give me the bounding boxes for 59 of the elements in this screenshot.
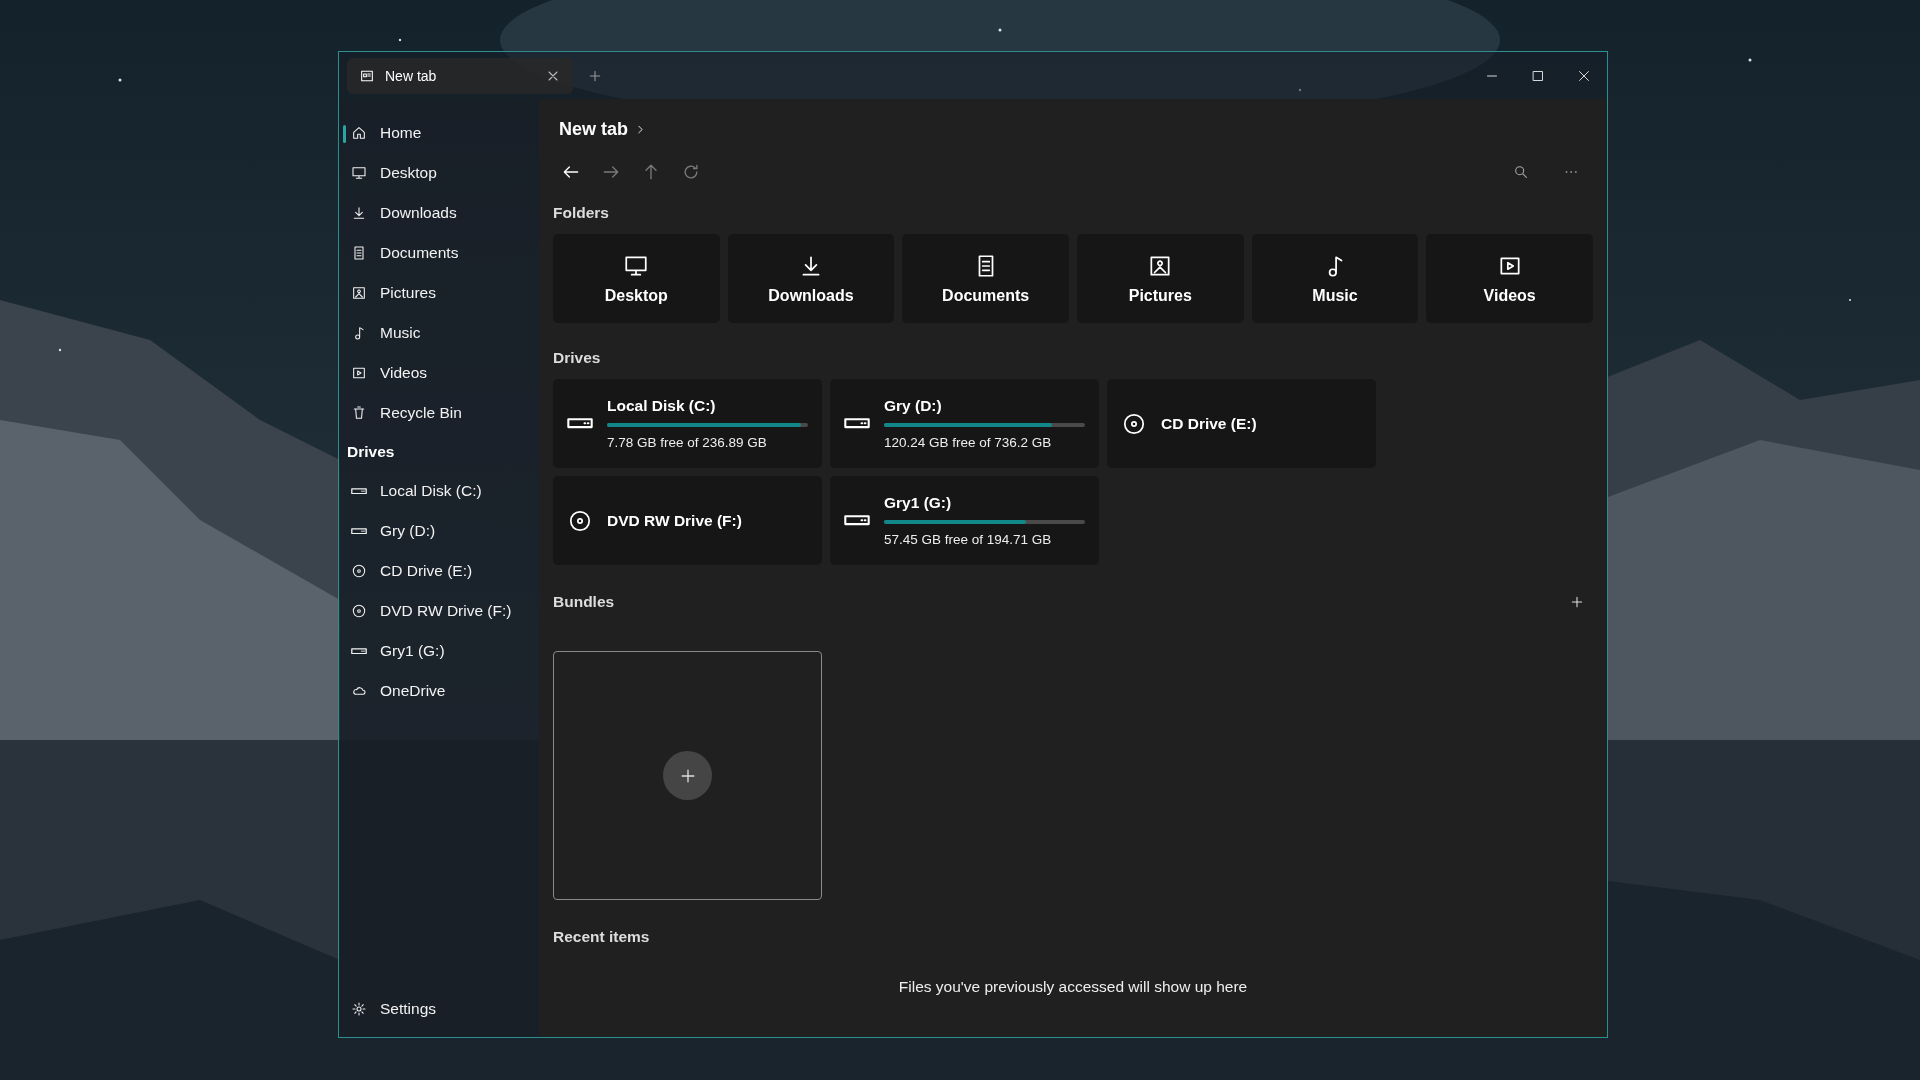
- section-heading: Recent items: [553, 928, 651, 946]
- drive-icon: [844, 418, 870, 429]
- settings-icon: [351, 1001, 367, 1017]
- sidebar-item[interactable]: Music: [339, 313, 539, 353]
- sidebar-item[interactable]: DVD RW Drive (F:): [339, 591, 539, 631]
- breadcrumb-item[interactable]: New tab: [559, 119, 628, 140]
- section-heading: Drives: [553, 349, 602, 367]
- section-heading: Folders: [553, 204, 610, 222]
- drive-card[interactable]: Gry (D:) 120.24 GB free of 736.2 GB: [830, 379, 1099, 468]
- drive-name: Gry (D:): [884, 397, 943, 415]
- add-bundle-icon[interactable]: [1569, 594, 1585, 610]
- drive-card[interactable]: Local Disk (C:) 7.78 GB free of 236.89 GB: [553, 379, 822, 468]
- free-space-text: 120.24 GB free of 736.2 GB: [884, 435, 1053, 450]
- sidebar-item[interactable]: Home: [339, 113, 539, 153]
- sidebar-item[interactable]: Recycle Bin: [339, 393, 539, 433]
- sidebar-item[interactable]: Downloads: [339, 193, 539, 233]
- trash-icon: [351, 405, 367, 421]
- section-heading: Bundles: [553, 593, 615, 611]
- drive-card[interactable]: Gry1 (G:) 57.45 GB free of 194.71 GB: [830, 476, 1099, 565]
- folder-card[interactable]: Pictures: [1077, 234, 1244, 323]
- folder-card[interactable]: Documents: [902, 234, 1069, 323]
- drive-name: DVD RW Drive (F:): [607, 511, 743, 530]
- drive-icon: [351, 487, 367, 495]
- drive-name: Gry1 (G:): [884, 494, 953, 512]
- add-button[interactable]: [663, 751, 712, 800]
- play-icon: [351, 365, 367, 381]
- folder-card[interactable]: Downloads: [727, 234, 895, 323]
- drive-icon: [567, 418, 593, 429]
- browser-tab[interactable]: New tab: [347, 57, 573, 94]
- sidebar-item[interactable]: Pictures: [339, 273, 539, 313]
- folder-card[interactable]: Desktop: [553, 234, 720, 323]
- sidebar-item[interactable]: Local Disk (C:): [339, 471, 539, 511]
- sidebar-item[interactable]: Gry (D:): [339, 511, 539, 551]
- image-icon: [351, 285, 367, 301]
- search-icon[interactable]: [1513, 164, 1529, 180]
- drive-icon: [351, 647, 367, 655]
- download-icon: [351, 205, 367, 221]
- sidebar-item[interactable]: Videos: [339, 353, 539, 393]
- settings-item[interactable]: Settings: [339, 989, 539, 1029]
- empty-message: Files you've previously accessed will show up here: [897, 978, 1249, 996]
- drive-icon: [351, 527, 367, 535]
- drive-icon: [844, 515, 870, 526]
- free-space-text: 7.78 GB free of 236.89 GB: [607, 435, 768, 450]
- monitor-icon: [351, 165, 367, 181]
- drive-card[interactable]: DVD RW Drive (F:): [553, 476, 822, 565]
- drive-card[interactable]: CD Drive (E:): [1107, 379, 1376, 468]
- sidebar-heading: Drives: [346, 442, 396, 462]
- sidebar-item[interactable]: Gry1 (G:): [339, 631, 539, 671]
- folder-card[interactable]: Videos: [1426, 234, 1593, 323]
- folder-card[interactable]: Music: [1251, 234, 1419, 323]
- sidebar-item[interactable]: OneDrive: [339, 671, 539, 711]
- drive-name: CD Drive (E:): [1161, 414, 1258, 433]
- sidebar-item[interactable]: Desktop: [339, 153, 539, 193]
- document-icon: [351, 245, 367, 261]
- free-space-text: 57.45 GB free of 194.71 GB: [884, 532, 1053, 547]
- sidebar-item[interactable]: CD Drive (E:): [339, 551, 539, 591]
- home-icon: [351, 125, 367, 141]
- drive-name: Local Disk (C:): [607, 397, 717, 415]
- sidebar-item[interactable]: Documents: [339, 233, 539, 273]
